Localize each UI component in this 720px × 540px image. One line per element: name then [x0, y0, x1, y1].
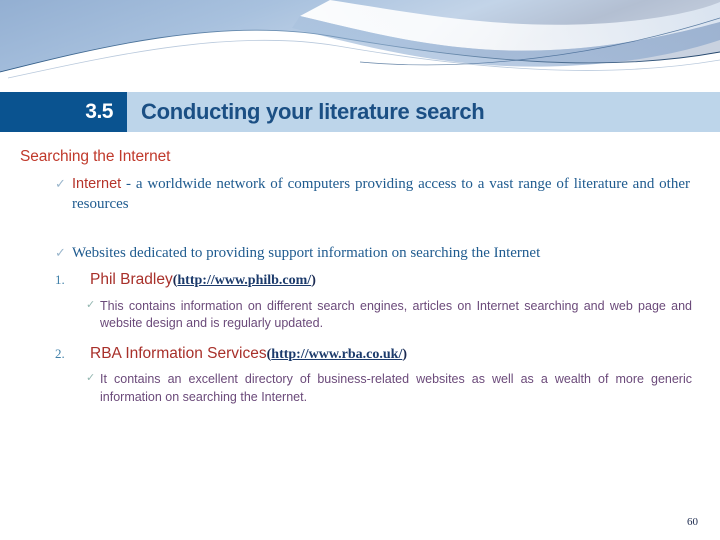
- list-item-number: 2.: [55, 346, 65, 362]
- external-link[interactable]: http://www.rba.co.uk/: [271, 347, 402, 362]
- vertical-spacer: [0, 215, 720, 235]
- paren-close: ): [402, 347, 408, 363]
- slide-title-box: Conducting your literature search: [127, 92, 720, 132]
- external-link[interactable]: http://www.philb.com/: [177, 273, 311, 288]
- sub-bullet-rba-description: ✓ It contains an excellent directory of b…: [86, 371, 692, 406]
- page-title: Conducting your literature search: [141, 99, 485, 124]
- sub-bullet-text: This contains information on different s…: [100, 298, 692, 330]
- list-item: 2. RBA Information Services(http://www.rb…: [55, 344, 690, 364]
- sub-bullet-philbradley-description: ✓ This contains information on different …: [86, 298, 692, 333]
- list-item-title: Phil Bradley: [90, 271, 173, 289]
- bullet-internet-definition: ✓ Internet - a worldwide network of compu…: [55, 175, 690, 215]
- bullet-lead-term: Internet: [72, 176, 122, 192]
- check-icon: ✓: [86, 372, 96, 385]
- bullet-body-text: - a worldwide network of computers provi…: [72, 176, 690, 212]
- check-icon: ✓: [55, 244, 66, 260]
- paren-close: ): [311, 273, 316, 289]
- slide-number-box: 3.5: [0, 92, 127, 132]
- slide-number: 3.5: [85, 100, 113, 123]
- check-icon: ✓: [55, 176, 66, 191]
- header-decorative-banner: [0, 0, 720, 92]
- bullet-body-text: Websites dedicated to providing support …: [72, 244, 541, 261]
- list-item-title: RBA Information Services: [90, 345, 267, 363]
- slide-content: Searching the Internet ✓ Internet - a wor…: [0, 140, 720, 406]
- slide-title-band: 3.5 Conducting your literature search: [0, 92, 720, 132]
- bullet-websites-support: ✓ Websites dedicated to providing support…: [55, 244, 690, 264]
- list-item: 1. Phil Bradley(http://www.philb.com/): [55, 270, 690, 290]
- list-item-number: 1.: [55, 272, 65, 288]
- check-icon: ✓: [86, 298, 96, 311]
- page-number: 60: [687, 516, 698, 528]
- sub-bullet-text: It contains an excellent directory of bu…: [100, 372, 692, 404]
- section-heading: Searching the Internet: [20, 148, 171, 165]
